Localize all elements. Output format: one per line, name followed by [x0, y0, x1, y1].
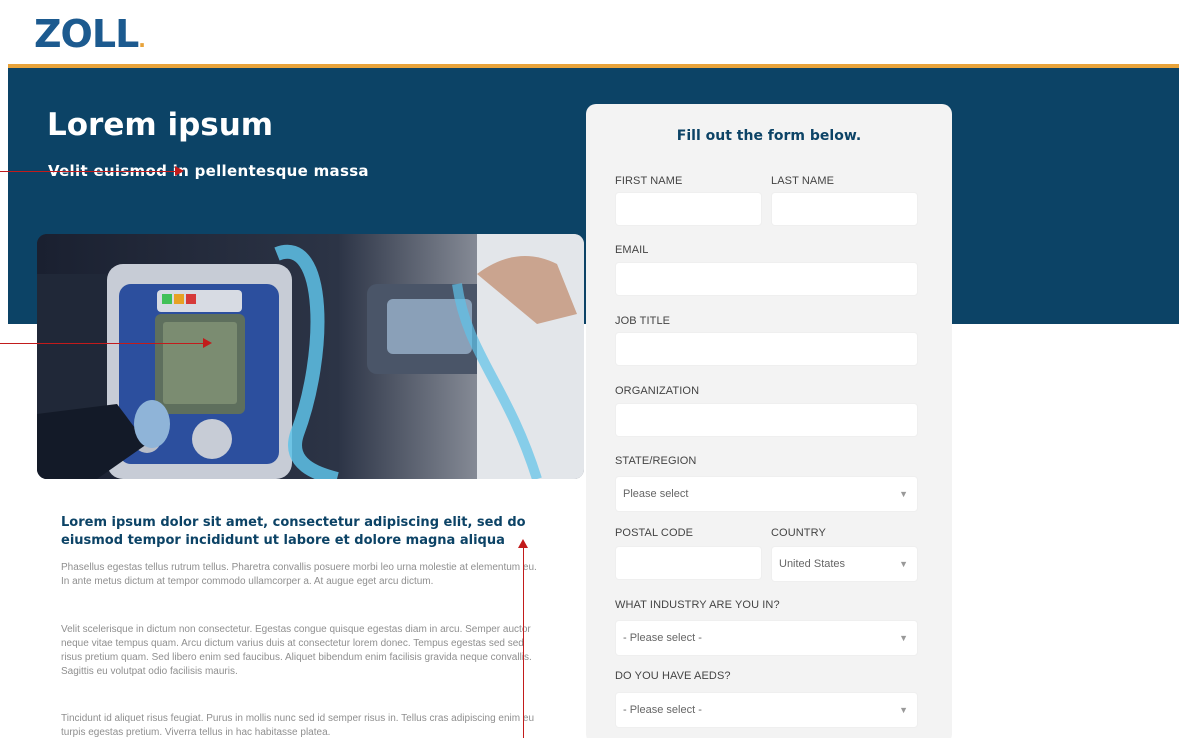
- postal-code-field[interactable]: [615, 546, 762, 580]
- first-name-label: FIRST NAME: [615, 175, 683, 187]
- country-value: United States: [779, 558, 846, 570]
- ventilator-photo-illustration: [37, 234, 584, 479]
- email-field[interactable]: [615, 262, 918, 296]
- country-select[interactable]: United States ▼: [771, 546, 918, 582]
- content-heading: Lorem ipsum dolor sit amet, consectetur …: [61, 515, 526, 548]
- hero-photo: [37, 234, 584, 479]
- industry-label: WHAT INDUSTRY ARE YOU IN?: [615, 599, 780, 611]
- last-name-field[interactable]: [771, 192, 918, 226]
- state-region-select[interactable]: Please select ▼: [615, 476, 918, 512]
- first-name-field[interactable]: [615, 192, 762, 226]
- organization-field[interactable]: [615, 403, 918, 437]
- caret-down-icon: ▼: [899, 705, 908, 715]
- last-name-label: LAST NAME: [771, 175, 835, 187]
- content-paragraph-1: Phasellus egestas tellus rutrum tellus. …: [61, 562, 537, 587]
- aeds-select[interactable]: - Please select - ▼: [615, 692, 918, 728]
- caret-down-icon: ▼: [899, 489, 908, 499]
- country-label: COUNTRY: [771, 527, 826, 539]
- logo-dot: .: [138, 28, 146, 52]
- email-label: EMAIL: [615, 244, 649, 256]
- caret-down-icon: ▼: [899, 633, 908, 643]
- hero-title: Lorem ipsum: [47, 107, 274, 143]
- content-paragraph-2: Velit scelerisque in dictum non consecte…: [61, 624, 532, 677]
- form-title: Fill out the form below.: [676, 128, 862, 144]
- state-region-value: Please select: [623, 488, 689, 500]
- zoll-logo[interactable]: ZOLL.: [34, 12, 146, 56]
- postal-code-label: POSTAL CODE: [615, 527, 694, 539]
- aeds-label: DO YOU HAVE AEDS?: [615, 670, 731, 682]
- lead-form-card: Fill out the form below. FIRST NAME LAST…: [586, 104, 952, 738]
- content-paragraph-3: Tincidunt id aliquet risus feugiat. Puru…: [61, 713, 535, 738]
- industry-value: - Please select -: [623, 632, 702, 644]
- site-header: ZOLL.: [0, 0, 1179, 64]
- state-region-label: STATE/REGION: [615, 455, 697, 467]
- organization-label: ORGANIZATION: [615, 385, 700, 397]
- logo-text: ZOLL: [34, 12, 139, 56]
- job-title-field[interactable]: [615, 332, 918, 366]
- job-title-label: JOB TITLE: [615, 315, 671, 327]
- industry-select[interactable]: - Please select - ▼: [615, 620, 918, 656]
- caret-down-icon: ▼: [899, 559, 908, 569]
- aeds-value: - Please select -: [623, 704, 702, 716]
